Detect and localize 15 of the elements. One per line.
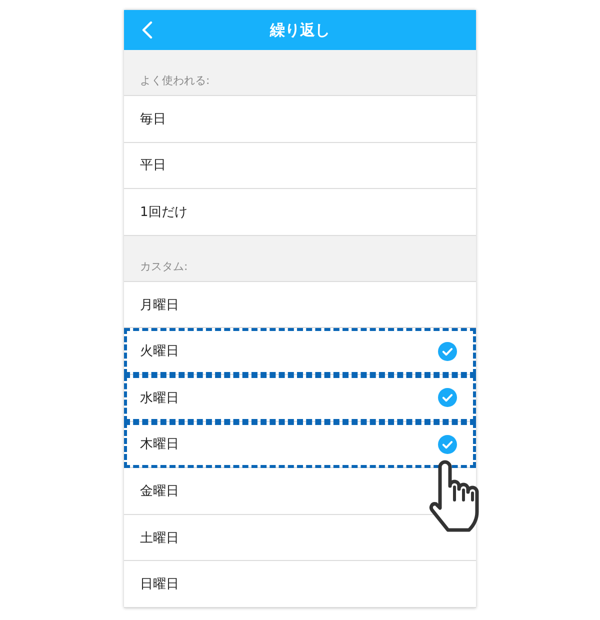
section-label: よく使われる: xyxy=(140,74,210,88)
chevron-left-icon xyxy=(141,21,153,39)
screen-title: 繰り返し xyxy=(270,20,330,40)
repeat-option[interactable]: 1回だけ xyxy=(124,189,476,236)
pointing-hand-icon xyxy=(428,460,480,532)
repeat-option[interactable]: 水曜日 xyxy=(124,374,476,422)
section-label: カスタム: xyxy=(140,260,188,274)
repeat-option[interactable]: 平日 xyxy=(124,142,476,190)
repeat-option[interactable]: 木曜日 xyxy=(124,422,476,468)
repeat-option[interactable]: 月曜日 xyxy=(124,282,476,328)
repeat-option[interactable]: 日曜日 xyxy=(124,561,476,608)
repeat-option[interactable]: 毎日 xyxy=(124,96,476,143)
repeat-option[interactable]: 火曜日 xyxy=(124,328,476,375)
repeat-option[interactable]: 土曜日 xyxy=(124,514,476,562)
repeat-option[interactable]: 金曜日 xyxy=(124,468,476,515)
